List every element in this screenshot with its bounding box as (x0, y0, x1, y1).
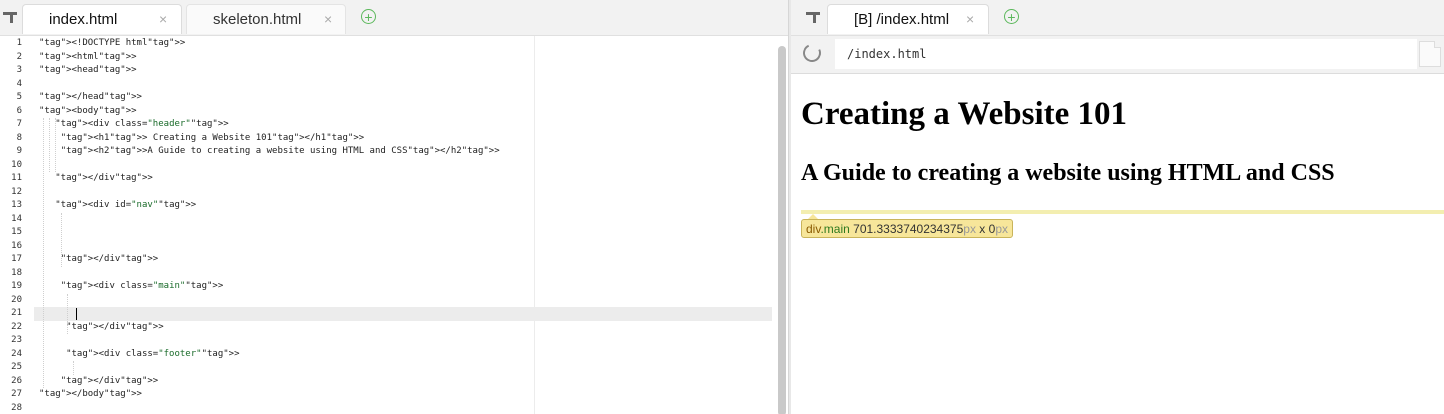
code-line: "tag"></body"tag">> (39, 389, 142, 399)
text-cursor (76, 308, 77, 320)
indent-guide (43, 118, 44, 388)
tab-label: [B] /index.html (854, 11, 950, 28)
line-number-gutter: 1 2 3 4 5 6 7 8 9 10 11 12 13 14 15 16 17 18 19 20 21 22 23 24 2… (0, 36, 34, 414)
line-number: 28 (11, 402, 22, 413)
line-number: 23 (11, 335, 22, 345)
tooltip-class: .main (820, 222, 850, 236)
preview-heading-1: Creating a Website 101 (801, 96, 1128, 132)
line-number: 2 (16, 51, 22, 62)
line-number: 10 (11, 159, 22, 170)
code-line: "tag"></div"tag">> (60, 254, 159, 264)
code-line: "tag"><h1"tag">> Creating a Website 101"… (60, 132, 365, 143)
add-tab-icon[interactable]: + (1004, 9, 1019, 24)
tooltip-width: 701.3333740234375 (853, 222, 964, 236)
line-number: 14 (11, 213, 22, 224)
indent-guide (49, 118, 50, 172)
line-number: 20 (11, 294, 22, 305)
indent-guide (61, 212, 62, 267)
preview-tab-bar: [B] /index.html × + (791, 0, 1444, 36)
code-line: "tag"><div class="footer""tag">> (66, 348, 240, 359)
line-number: 18 (11, 267, 22, 278)
preview-viewport: Creating a Website 101 A Guide to creati… (791, 74, 1444, 414)
indent-guide (67, 293, 68, 334)
line-number: 21 (11, 308, 22, 318)
code-line: "tag"><!DOCTYPE html"tag">> (39, 38, 186, 48)
line-number: 7 (16, 119, 22, 129)
code-line: "tag"></div"tag">> (55, 173, 153, 183)
line-number: 13 (11, 200, 22, 210)
tooltip-element: div (806, 222, 821, 236)
tab-label: skeleton.html (213, 11, 302, 28)
preview-address-bar: /index.html (791, 36, 1444, 74)
tab-preview-index[interactable]: [B] /index.html × (827, 4, 989, 34)
code-line: "tag"></div"tag">> (66, 321, 164, 332)
line-number: 27 (11, 389, 22, 399)
line-number: 3 (16, 65, 22, 75)
line-number: 9 (16, 146, 22, 156)
inspect-tooltip: div.main 701.3333740234375px x 0px (801, 219, 1013, 238)
indent-guide (73, 361, 74, 375)
code-line: "tag"><body"tag">> (39, 105, 137, 116)
close-tab-icon[interactable]: × (324, 5, 332, 34)
add-tab-icon[interactable]: + (361, 9, 376, 24)
line-number: 19 (11, 281, 22, 291)
line-number: 22 (11, 321, 22, 332)
code-line: "tag"><div id="nav""tag">> (55, 200, 197, 210)
code-line: "tag"><div class="header""tag">> (55, 119, 229, 129)
code-line: "tag"><h2"tag">>A Guide to creating a we… (60, 146, 500, 156)
code-line: "tag"></head"tag">> (39, 92, 142, 102)
line-number: 6 (16, 105, 22, 116)
code-line: "tag"><html"tag">> (39, 51, 137, 62)
tab-skeleton-html[interactable]: skeleton.html × (186, 4, 346, 34)
line-number: 4 (16, 78, 22, 89)
line-number: 15 (11, 227, 22, 237)
editor-tab-bar: index.html × skeleton.html × + (0, 0, 788, 36)
pane-menu-icon[interactable] (806, 12, 820, 23)
line-number: 24 (11, 348, 22, 359)
url-input[interactable]: /index.html (835, 39, 1417, 69)
close-tab-icon[interactable]: × (159, 5, 167, 34)
code-line: "tag"></div"tag">> (60, 375, 159, 386)
tooltip-unit: px (963, 222, 976, 236)
tooltip-unit: px (995, 222, 1008, 236)
print-margin (534, 36, 535, 414)
line-number: 12 (11, 186, 22, 197)
code-line: "tag"><div class="main""tag">> (60, 281, 224, 291)
line-number: 8 (16, 132, 22, 143)
line-number: 16 (11, 240, 22, 251)
line-number: 26 (11, 375, 22, 386)
preview-heading-2: A Guide to creating a website using HTML… (801, 160, 1335, 186)
indent-guide (55, 118, 56, 172)
current-line-highlight (34, 307, 772, 321)
line-number: 1 (16, 38, 22, 48)
tab-index-html[interactable]: index.html × (22, 4, 182, 34)
pane-menu-icon[interactable] (3, 12, 17, 23)
page-icon[interactable] (1419, 41, 1441, 67)
element-highlight (801, 210, 1444, 214)
tab-label: index.html (49, 11, 118, 28)
line-number: 5 (16, 92, 22, 102)
code-line: "tag"><head"tag">> (39, 65, 137, 75)
refresh-icon[interactable] (800, 41, 824, 65)
tooltip-separator: x (975, 222, 989, 236)
line-number: 11 (11, 173, 22, 183)
line-number: 25 (11, 362, 22, 372)
line-number: 17 (11, 254, 22, 264)
scrollbar-thumb[interactable] (778, 46, 786, 414)
close-tab-icon[interactable]: × (966, 5, 974, 34)
code-editor[interactable]: 1 2 3 4 5 6 7 8 9 10 11 12 13 14 15 16 17 18 19 20 21 22 23 24 2… (0, 36, 788, 414)
